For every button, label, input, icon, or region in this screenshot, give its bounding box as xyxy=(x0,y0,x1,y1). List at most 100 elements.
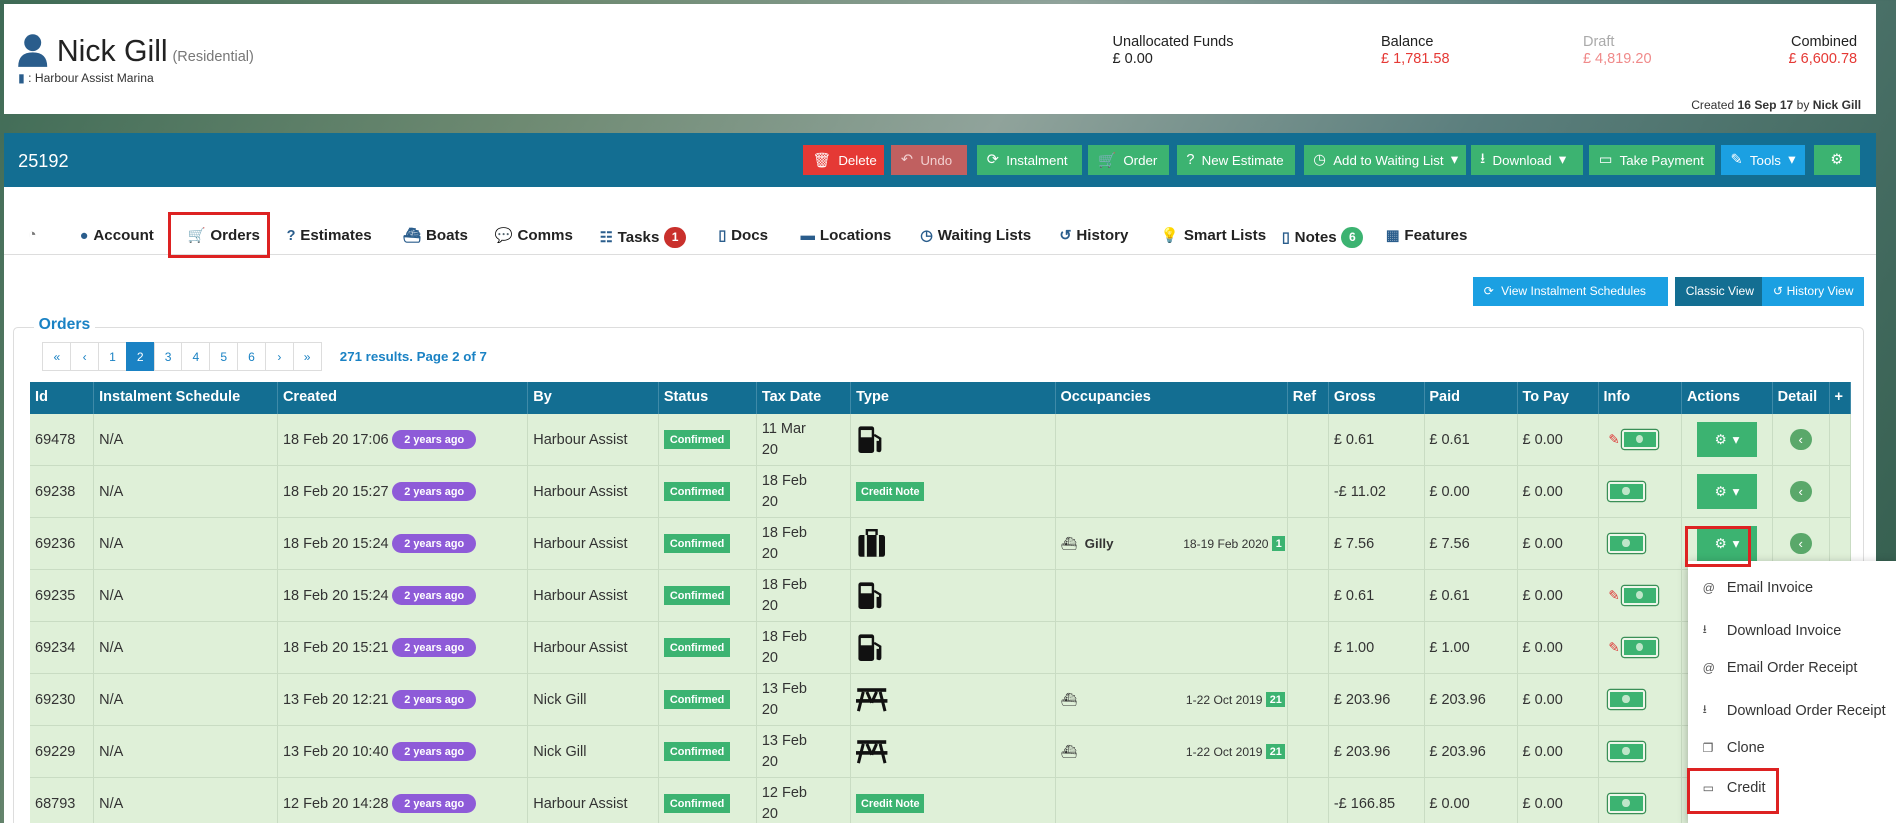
cell-5: 18 Feb 20 xyxy=(757,621,852,674)
page-2[interactable]: 2 xyxy=(125,342,155,372)
tab-docs[interactable]: ▯ Docs xyxy=(718,227,768,244)
pencil-icon[interactable]: ✎ xyxy=(1608,640,1619,656)
tools-button[interactable]: ✎ Tools ▾ xyxy=(1720,145,1806,176)
table-row[interactable]: 69478 N/A 18 Feb 20 17:06 2 years ago Harbou… xyxy=(30,413,1852,466)
tab-smart-lists[interactable]: 💡 Smart Lists xyxy=(1161,227,1266,244)
new-estimate-button[interactable]: ? New Estimate xyxy=(1176,145,1296,176)
cash-icon[interactable] xyxy=(1621,430,1659,449)
page-first[interactable]: « xyxy=(42,342,72,372)
menu-item-email-order-receipt[interactable]: @ Email Order Receipt xyxy=(1703,660,1858,676)
tab-notes[interactable]: ▯ Notes 6 xyxy=(1282,227,1364,248)
chevron-left-icon[interactable]: ‹ xyxy=(1789,480,1812,503)
cell-11: £ 0.00 xyxy=(1518,569,1599,622)
page-last[interactable]: » xyxy=(292,342,322,372)
file-icon: ▯ xyxy=(718,227,727,244)
delete-button[interactable]: 🗑 Delete xyxy=(802,145,884,176)
take-payment-button[interactable]: ▭ Take Payment xyxy=(1589,145,1715,176)
cell-4: Confirmed xyxy=(659,569,757,622)
pagination-info: 271 results. Page 2 of 7 xyxy=(339,349,487,365)
occupancy[interactable]: ⛴ Gilly 18-19 Feb 2020 1 xyxy=(1061,536,1286,552)
actions-button[interactable]: ⚙ ▾ xyxy=(1696,474,1758,510)
fuel-pump-icon xyxy=(858,634,882,661)
cell-9: -£ 166.85 xyxy=(1329,777,1425,823)
tab-boats[interactable]: ⛴ Boats xyxy=(403,227,468,244)
tab-waiting-lists[interactable]: ◷ Waiting Lists xyxy=(920,227,1031,244)
table-row[interactable]: 69235 N/A 18 Feb 20 15:24 2 years ago Harbou… xyxy=(30,569,1852,622)
occupancy[interactable]: ⛴ 1-22 Oct 2019 21 xyxy=(1061,744,1286,760)
pencil-icon[interactable]: ✎ xyxy=(1608,432,1619,448)
tax-date: 11 Mar 20 xyxy=(761,420,806,458)
cash-icon[interactable] xyxy=(1608,690,1645,709)
page-5[interactable]: 5 xyxy=(209,342,239,372)
column-header: Detail xyxy=(1773,382,1830,414)
created-date: 13 Feb 20 10:40 xyxy=(282,743,389,760)
cell-2: 18 Feb 20 17:06 2 years ago xyxy=(278,413,529,466)
occupancy[interactable]: ⛴ 1-22 Oct 2019 21 xyxy=(1061,692,1286,708)
cash-icon[interactable] xyxy=(1621,638,1659,657)
column-header[interactable]: + xyxy=(1830,382,1852,414)
cell-0: 69235 xyxy=(30,569,95,622)
tab-features[interactable]: ▦ Features xyxy=(1386,227,1468,244)
instalment-button[interactable]: ⟳ Instalment xyxy=(977,145,1083,176)
page-prev[interactable]: ‹ xyxy=(70,342,100,372)
menu-item-email-invoice[interactable]: @ Email Invoice xyxy=(1703,580,1813,596)
view-instalment-schedules-button[interactable]: ⟳ View Instalment Schedules xyxy=(1472,276,1668,306)
paid-amount: £ 0.00 xyxy=(1429,483,1470,500)
gross-amount: £ 0.61 xyxy=(1333,431,1375,448)
order-id: 69230 xyxy=(35,691,76,708)
page-1[interactable]: 1 xyxy=(97,342,127,372)
page-3[interactable]: 3 xyxy=(153,342,183,372)
occupancy-dates: 1-22 Oct 2019 xyxy=(1185,692,1263,707)
chevron-left-icon[interactable]: ‹ xyxy=(1789,428,1812,451)
page-4[interactable]: 4 xyxy=(181,342,211,372)
menu-item-download-order-receipt[interactable]: ⭳ Download Order Receipt xyxy=(1703,700,1886,721)
tab-locations[interactable]: ▬ Locations xyxy=(801,227,892,244)
table-row[interactable]: 69230 N/A 13 Feb 20 12:21 2 years ago Nick G… xyxy=(30,673,1852,726)
settings-button[interactable]: ⚙ xyxy=(1813,145,1860,176)
table-row[interactable]: 69236 N/A 18 Feb 20 15:24 2 years ago Harbou… xyxy=(30,517,1852,570)
table-row[interactable]: 69229 N/A 13 Feb 20 10:40 2 years ago Nick G… xyxy=(30,725,1852,778)
tasks-badge: 1 xyxy=(664,227,686,248)
tab-history[interactable]: ↺ History xyxy=(1059,227,1128,244)
tax-date: 12 Feb 20 xyxy=(761,784,807,822)
cash-icon[interactable] xyxy=(1608,794,1645,813)
status-badge: Confirmed xyxy=(663,741,731,762)
page-next[interactable]: › xyxy=(264,342,294,372)
menu-item-download-invoice[interactable]: ⭳ Download Invoice xyxy=(1703,620,1842,641)
cell-9: £ 1.00 xyxy=(1329,621,1425,674)
cell-5: 13 Feb 20 xyxy=(757,725,852,778)
marina-label: ▮ : Harbour Assist Marina xyxy=(18,71,154,86)
tab-estimates[interactable]: ? Estimates xyxy=(287,227,372,244)
undo-button[interactable]: ↶ Undo xyxy=(891,145,968,176)
gross-amount: -£ 166.85 xyxy=(1333,795,1396,812)
download-button[interactable]: ⭳ Download ▾ xyxy=(1470,145,1583,176)
cell-10: £ 1.00 xyxy=(1425,621,1518,674)
tab-comms[interactable]: 💬 Comms xyxy=(495,227,573,244)
table-row[interactable]: 69234 N/A 18 Feb 20 15:21 2 years ago Harbou… xyxy=(30,621,1852,674)
cash-icon[interactable] xyxy=(1621,586,1659,605)
picnic-table-icon xyxy=(856,740,888,764)
pencil-icon[interactable]: ✎ xyxy=(1608,588,1619,604)
cell-3: Harbour Assist xyxy=(528,517,660,570)
actions-button[interactable]: ⚙ ▾ xyxy=(1696,422,1758,458)
tab-account[interactable]: ● Account xyxy=(80,227,154,244)
page-6[interactable]: 6 xyxy=(237,342,267,372)
menu-item-clone[interactable]: ❐ Clone xyxy=(1703,740,1765,756)
table-row[interactable]: 69238 N/A 18 Feb 20 15:27 2 years ago Harbou… xyxy=(30,465,1852,518)
refresh-icon: ⟳ xyxy=(1483,284,1494,299)
tab-tasks[interactable]: ☷ Tasks 1 xyxy=(600,227,686,248)
suitcase-icon xyxy=(858,529,886,557)
cell-7: ⛴ Gilly 18-19 Feb 2020 1 xyxy=(1056,517,1288,570)
add-to-waiting-list-button[interactable]: ◷ Add to Waiting List ▾ xyxy=(1303,145,1466,176)
table-row[interactable]: 68793 N/A 12 Feb 20 14:28 2 years ago Harbou… xyxy=(30,777,1852,823)
cash-icon[interactable] xyxy=(1608,742,1645,761)
cash-icon[interactable] xyxy=(1608,482,1645,501)
tab-dashboard[interactable]: ◔ xyxy=(28,227,37,243)
history-icon: ↺ xyxy=(1772,284,1783,299)
cash-icon[interactable] xyxy=(1608,534,1645,553)
order-button[interactable]: 🛒 Order xyxy=(1088,145,1170,176)
classic-view-button[interactable]: Classic View xyxy=(1674,276,1762,306)
chevron-left-icon[interactable]: ‹ xyxy=(1789,532,1812,555)
question-icon: ? xyxy=(286,227,296,244)
history-view-button[interactable]: ↺ History View xyxy=(1761,276,1864,306)
